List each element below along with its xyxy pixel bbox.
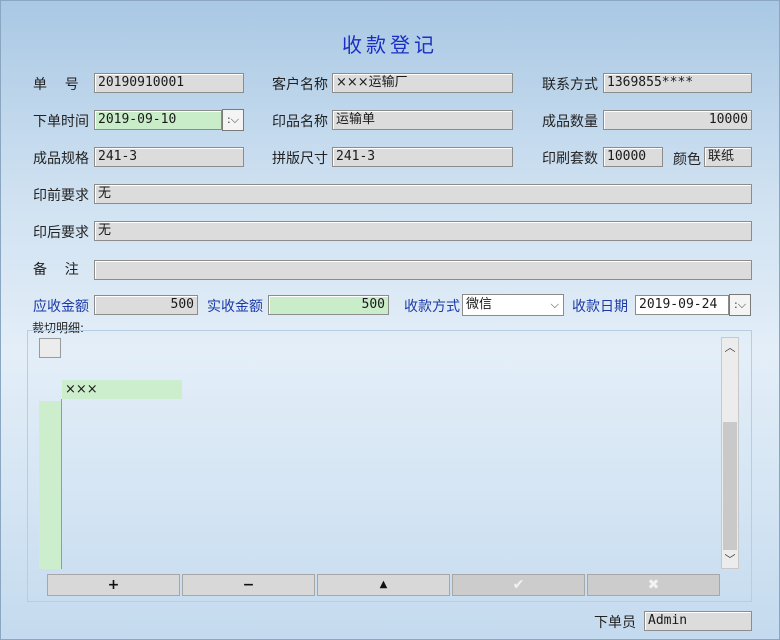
grid-scrollbar[interactable]: ︿ ﹀ [721,337,739,569]
operator-field[interactable]: Admin [644,611,752,631]
pay-date-label: 收款日期 [572,299,628,315]
remark-field[interactable] [94,260,752,280]
cancel-button[interactable]: ✖ [587,574,720,596]
chevron-down-icon[interactable]: ﹀ [722,551,738,567]
customer-label: 客户名称 [272,77,328,93]
grid-corner-button[interactable] [39,338,61,358]
move-up-button[interactable]: ▲ [317,574,450,596]
receivable-field[interactable]: 500 [94,295,198,315]
remove-row-button[interactable]: − [182,574,315,596]
remark-label: 备 注 [33,262,79,278]
confirm-button[interactable]: ✔ [452,574,585,596]
scrollbar-thumb[interactable] [723,422,737,550]
pre-press-label: 印前要求 [33,188,89,204]
order-no-label: 单 号 [33,77,79,93]
spec-field[interactable]: 241-3 [94,147,244,167]
spec-label: 成品规格 [33,151,89,167]
window: 收款登记 单 号 20190910001 客户名称 ×××运输厂 联系方式 13… [0,0,780,640]
grid-divider [61,399,62,569]
detail-grid [27,330,752,602]
print-name-label: 印品名称 [272,114,328,130]
add-row-button[interactable]: + [47,574,180,596]
plate-size-field[interactable]: 241-3 [332,147,513,167]
contact-label: 联系方式 [542,77,598,93]
pay-date-picker[interactable]: :⌵ [729,294,751,316]
method-select[interactable]: 微信 ⌵ [462,294,564,316]
customer-field[interactable]: ×××运输厂 [332,73,513,93]
print-name-field[interactable]: 运输单 [332,110,513,130]
print-sets-label: 印刷套数 [542,151,598,167]
page-title: 收款登记 [342,33,438,57]
chevron-down-icon: ⌵ [550,298,559,311]
quantity-label: 成品数量 [542,114,598,130]
print-sets-field[interactable]: 10000 [603,147,663,167]
post-press-label: 印后要求 [33,225,89,241]
color-field[interactable]: 联纸 [704,147,752,167]
method-label: 收款方式 [404,299,460,315]
method-value: 微信 [466,297,493,312]
order-time-picker[interactable]: :⌵ [222,109,244,131]
pre-press-field[interactable]: 无 [94,184,752,204]
received-label: 实收金额 [207,299,263,315]
quantity-field[interactable]: 10000 [603,110,752,130]
contact-field[interactable]: 1369855**** [603,73,752,93]
chevron-down-icon: ⌵ [230,113,240,126]
operator-label: 下单员 [594,615,636,631]
order-no-field[interactable]: 20190910001 [94,73,244,93]
chevron-up-icon[interactable]: ︿ [722,339,738,355]
pay-date-field[interactable]: 2019-09-24 [635,295,729,315]
grid-row-header [39,401,61,569]
order-time-field[interactable]: 2019-09-10 [94,110,222,130]
chevron-down-icon: ⌵ [737,298,747,311]
received-field[interactable]: 500 [268,295,389,315]
color-label: 颜色 [673,152,701,168]
plate-size-label: 拼版尺寸 [272,151,328,167]
grid-cell[interactable]: ××× [62,380,182,399]
order-time-label: 下单时间 [33,114,89,130]
post-press-field[interactable]: 无 [94,221,752,241]
receivable-label: 应收金额 [33,299,89,315]
